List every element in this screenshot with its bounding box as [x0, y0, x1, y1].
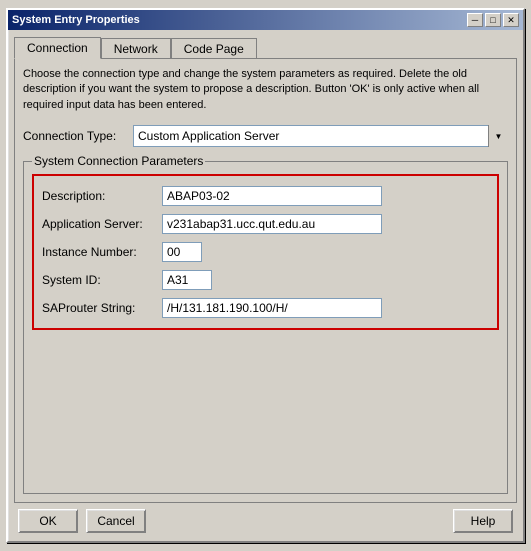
title-bar: System Entry Properties ─ □ ✕	[8, 10, 523, 30]
description-text: Choose the connection type and change th…	[23, 67, 508, 113]
close-button[interactable]: ✕	[503, 13, 519, 27]
tab-network[interactable]: Network	[101, 38, 171, 59]
ok-button[interactable]: OK	[18, 509, 78, 533]
system-id-input[interactable]	[162, 270, 212, 290]
title-bar-buttons: ─ □ ✕	[467, 13, 519, 27]
minimize-button[interactable]: ─	[467, 13, 483, 27]
group-box: System Connection Parameters Description…	[23, 161, 508, 494]
tab-bar: Connection Network Code Page	[14, 36, 517, 58]
cancel-button[interactable]: Cancel	[86, 509, 146, 533]
group-box-title: System Connection Parameters	[32, 154, 205, 168]
description-input[interactable]	[162, 186, 382, 206]
saprouter-label: SAProuter String:	[42, 301, 162, 315]
connection-type-select[interactable]: Custom Application Server Group/Server S…	[133, 125, 508, 147]
button-bar: OK Cancel Help	[14, 503, 517, 535]
description-row: Description:	[42, 186, 489, 206]
params-box: Description: Application Server: Instanc…	[32, 174, 499, 330]
connection-type-row: Connection Type: Custom Application Serv…	[23, 125, 508, 147]
window-title: System Entry Properties	[12, 14, 140, 26]
system-id-label: System ID:	[42, 273, 162, 287]
help-button[interactable]: Help	[453, 509, 513, 533]
tab-connection[interactable]: Connection	[14, 37, 101, 59]
saprouter-row: SAProuter String:	[42, 298, 489, 318]
connection-type-wrapper: Custom Application Server Group/Server S…	[133, 125, 508, 147]
instance-number-row: Instance Number:	[42, 242, 489, 262]
connection-type-label: Connection Type:	[23, 129, 133, 143]
main-window: System Entry Properties ─ □ ✕ Connection…	[6, 8, 525, 543]
instance-number-label: Instance Number:	[42, 245, 162, 259]
tab-codepage[interactable]: Code Page	[171, 38, 257, 59]
instance-number-input[interactable]	[162, 242, 202, 262]
description-label: Description:	[42, 189, 162, 203]
app-server-row: Application Server:	[42, 214, 489, 234]
app-server-label: Application Server:	[42, 217, 162, 231]
maximize-button[interactable]: □	[485, 13, 501, 27]
app-server-input[interactable]	[162, 214, 382, 234]
system-id-row: System ID:	[42, 270, 489, 290]
tab-content: Choose the connection type and change th…	[14, 58, 517, 503]
saprouter-input[interactable]	[162, 298, 382, 318]
window-body: Connection Network Code Page Choose the …	[8, 30, 523, 541]
